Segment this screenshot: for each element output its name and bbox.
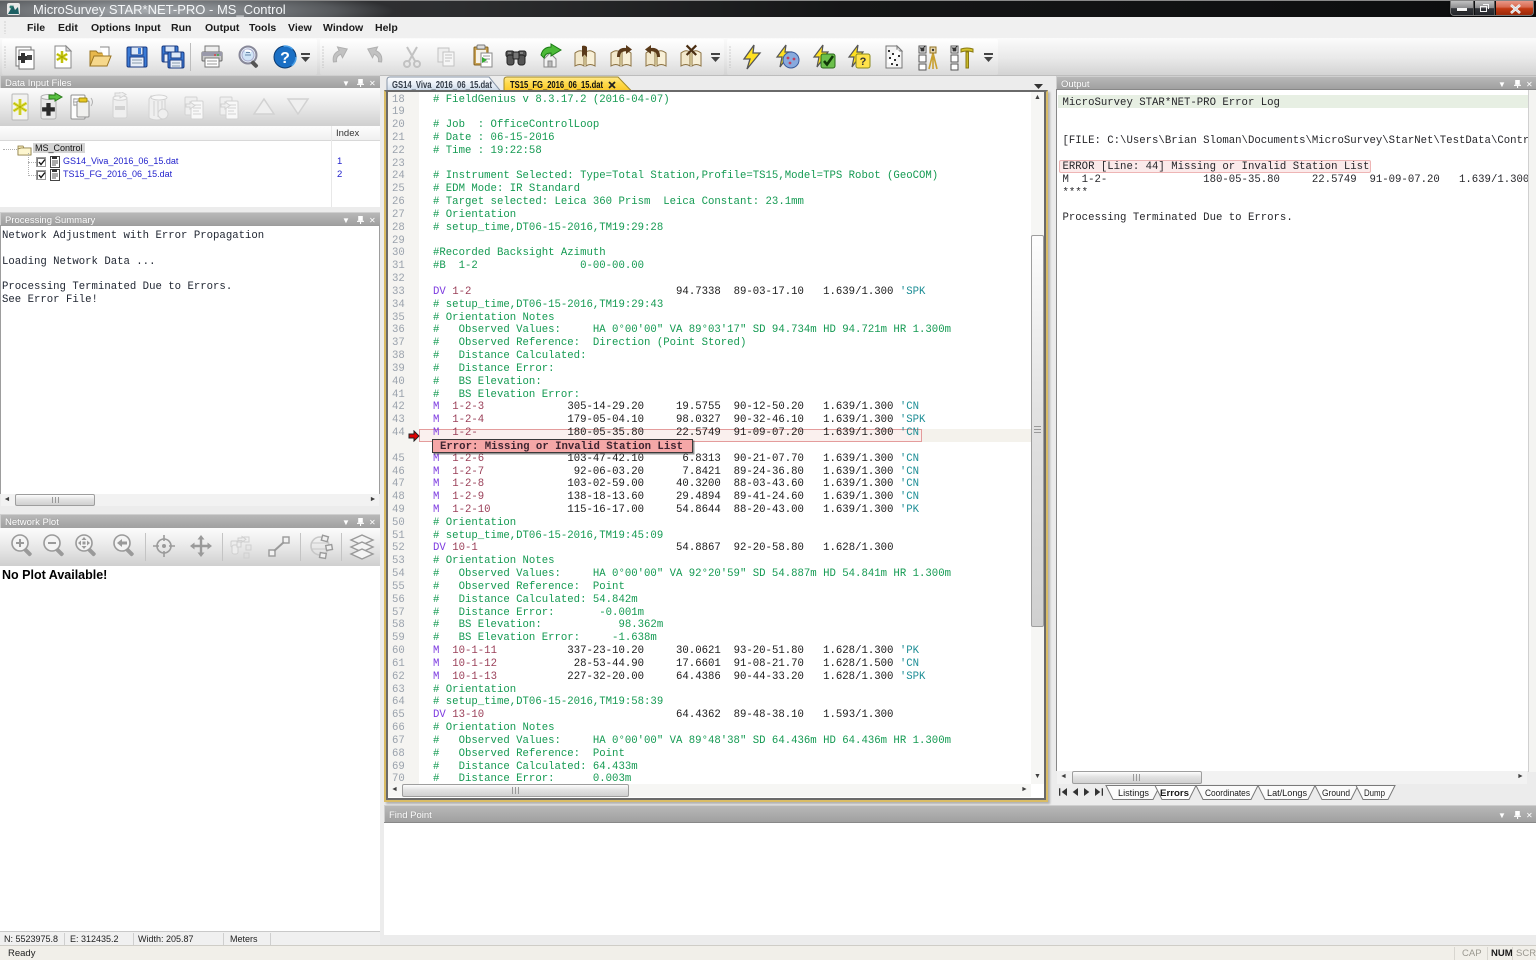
svg-text:?: ? [280,50,290,67]
svg-text:Dump: Dump [1364,787,1385,798]
svg-text:Coordinates: Coordinates [1205,787,1250,798]
svg-text:Lat/Longs: Lat/Longs [1267,787,1307,798]
svg-text:Errors: Errors [1160,787,1189,798]
svg-text:Listings: Listings [1118,787,1149,798]
svg-text:?: ? [860,56,867,68]
svg-text:Ground: Ground [1322,787,1350,798]
